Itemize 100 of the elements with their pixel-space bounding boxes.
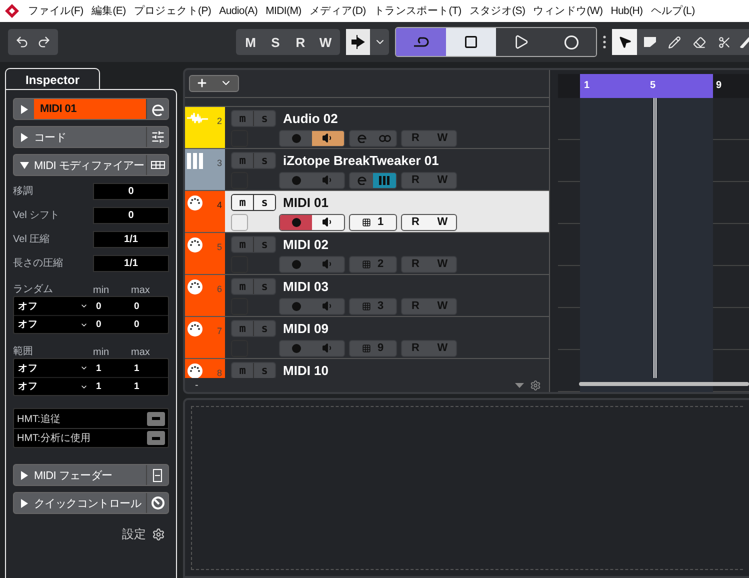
- value-field[interactable]: 0: [93, 206, 169, 224]
- pointer-icon: [618, 35, 632, 49]
- menu-item[interactable]: プロジェクト(P): [130, 4, 216, 18]
- min-value-field[interactable]: 0: [92, 319, 130, 330]
- track-checkbox[interactable]: [231, 298, 248, 315]
- project-cursor[interactable]: [653, 98, 657, 378]
- max-value-field[interactable]: 1: [130, 381, 168, 392]
- redo-icon: [37, 35, 51, 49]
- sliders-icon[interactable]: [150, 130, 164, 144]
- track-name: MIDI 10: [283, 362, 329, 378]
- mute-button[interactable]: m: [232, 194, 253, 210]
- mode-dropdown[interactable]: オフ: [14, 362, 92, 374]
- settings-icon[interactable]: [530, 380, 541, 391]
- track-checkbox[interactable]: [231, 130, 248, 147]
- section-header[interactable]: MIDI モディファイアー: [13, 154, 169, 176]
- collapsed-triangle-icon: [20, 132, 28, 142]
- track-name: MIDI 03: [283, 278, 329, 294]
- track-checkbox[interactable]: [231, 256, 248, 273]
- value-field[interactable]: 1/1: [93, 254, 169, 272]
- bar-number: 5: [650, 80, 656, 91]
- grip-icon: [603, 35, 606, 49]
- track-name: iZotope BreakTweaker 01: [283, 152, 439, 168]
- plus-icon: [196, 77, 208, 90]
- dropdown-arrow-icon[interactable]: [515, 382, 524, 388]
- state-button[interactable]: M: [238, 29, 263, 55]
- midi-channel-button[interactable]: 1: [350, 214, 396, 230]
- grid-icon[interactable]: [150, 161, 164, 169]
- waveform-icon: [187, 110, 209, 125]
- app-logo[interactable]: [4, 3, 20, 19]
- settings-icon[interactable]: [152, 528, 165, 541]
- menu-item[interactable]: MIDI(M): [262, 5, 306, 17]
- menu-item[interactable]: スタジオ(S): [465, 4, 530, 18]
- speaker-icon: [322, 258, 334, 270]
- midi-connector-icon: [187, 278, 203, 295]
- menu-item[interactable]: ファイル(F): [24, 4, 88, 18]
- track-checkbox[interactable]: [231, 340, 248, 357]
- cycle-button[interactable]: [396, 28, 446, 56]
- menu-item[interactable]: ウィンドウ(W): [529, 4, 607, 18]
- toggle-button[interactable]: [147, 431, 165, 445]
- mode-dropdown[interactable]: オフ: [14, 300, 92, 312]
- grid-icon: [362, 302, 372, 311]
- mode-button[interactable]: [346, 29, 370, 55]
- solo-button[interactable]: s: [253, 194, 275, 210]
- min-value-field[interactable]: 0: [92, 300, 130, 312]
- track-name: MIDI 09: [283, 320, 329, 336]
- bar-number: 9: [716, 80, 722, 91]
- menu-item[interactable]: ヘルプ(L): [646, 4, 699, 18]
- section-header[interactable]: MIDI フェーダー: [13, 464, 169, 486]
- edit-e-icon: [356, 175, 366, 186]
- menu-item[interactable]: トランスポート(T): [370, 4, 466, 18]
- min-value-field[interactable]: 1: [92, 362, 130, 374]
- midi-connector-icon: [187, 194, 203, 211]
- state-button[interactable]: R: [288, 29, 313, 55]
- horizontal-scrollbar[interactable]: [579, 382, 749, 386]
- field-label: 移調: [13, 184, 33, 198]
- section-header[interactable]: MIDI 01: [13, 98, 169, 120]
- track-checkbox[interactable]: [231, 214, 248, 231]
- max-value-field[interactable]: 0: [130, 319, 168, 330]
- write-button[interactable]: W: [429, 214, 456, 230]
- record-dot-icon: [292, 218, 300, 227]
- cycle-icon: [413, 36, 429, 48]
- mode-dropdown[interactable]: オフ: [14, 318, 92, 331]
- play-icon: [513, 34, 529, 50]
- menu-item[interactable]: Hub(H): [606, 5, 647, 17]
- mode-dropdown[interactable]: オフ: [14, 380, 92, 393]
- arrange-lanes[interactable]: [558, 98, 749, 392]
- edit-e-icon[interactable]: [150, 102, 164, 116]
- timeline-ruler[interactable]: 1 5 9: [558, 74, 749, 98]
- value-field[interactable]: 0: [93, 182, 169, 200]
- track-checkbox[interactable]: [231, 172, 248, 189]
- track-number: 6: [216, 284, 222, 294]
- instrument-button[interactable]: [373, 172, 396, 188]
- track-list-footer-text: -: [195, 380, 198, 391]
- field-label: 長さの圧縮: [13, 256, 63, 270]
- stop-button[interactable]: [446, 28, 496, 56]
- knob-icon[interactable]: [150, 496, 164, 510]
- monitor-button[interactable]: [312, 130, 344, 146]
- add-track-button[interactable]: [189, 74, 239, 92]
- track-number: 5: [216, 242, 222, 252]
- max-value-field[interactable]: 0: [130, 300, 168, 312]
- range-icon: [642, 36, 656, 48]
- pointer-tool[interactable]: [612, 29, 637, 55]
- record-enable-button[interactable]: [280, 214, 312, 230]
- section-header[interactable]: コード: [13, 126, 169, 148]
- state-button[interactable]: W: [313, 29, 338, 55]
- speaker-icon: [322, 216, 334, 228]
- section-header[interactable]: クイックコントロール: [13, 492, 169, 514]
- expanded-triangle-icon: [20, 160, 28, 170]
- menu-item[interactable]: メディア(D): [305, 4, 370, 18]
- state-button[interactable]: S: [263, 29, 288, 55]
- track-name: MIDI 01: [283, 194, 329, 210]
- fader-icon[interactable]: [153, 468, 162, 482]
- max-value-field[interactable]: 1: [130, 362, 168, 374]
- menu-item[interactable]: 編集(E): [87, 4, 130, 18]
- inspector-tab[interactable]: Inspector: [5, 68, 100, 90]
- menu-item[interactable]: Audio(A): [215, 5, 262, 17]
- toggle-button[interactable]: [147, 412, 165, 426]
- read-button[interactable]: R: [402, 214, 429, 230]
- min-value-field[interactable]: 1: [92, 381, 130, 392]
- value-field[interactable]: 1/1: [93, 230, 169, 248]
